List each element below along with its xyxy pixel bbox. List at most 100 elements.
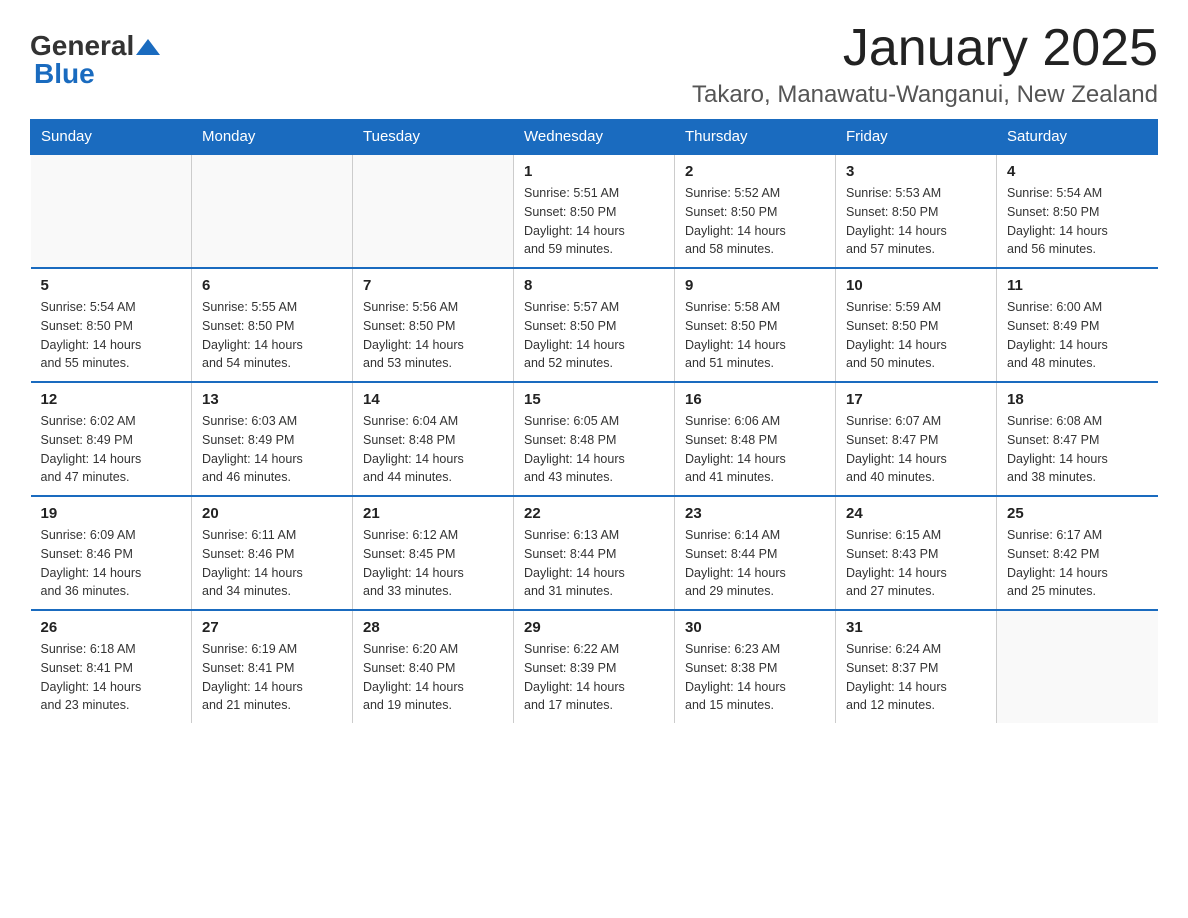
- day-info: Sunrise: 5:53 AM Sunset: 8:50 PM Dayligh…: [846, 184, 986, 259]
- day-number: 17: [846, 391, 986, 408]
- day-info: Sunrise: 5:57 AM Sunset: 8:50 PM Dayligh…: [524, 298, 664, 373]
- day-number: 14: [363, 391, 503, 408]
- calendar-cell: [997, 610, 1158, 723]
- day-number: 9: [685, 277, 825, 294]
- calendar-body: 1 Sunrise: 5:51 AM Sunset: 8:50 PM Daylig…: [31, 154, 1158, 723]
- day-number: 8: [524, 277, 664, 294]
- weekday-thursday: Thursday: [675, 120, 836, 155]
- day-number: 26: [41, 619, 182, 636]
- day-info: Sunrise: 6:12 AM Sunset: 8:45 PM Dayligh…: [363, 526, 503, 601]
- day-number: 16: [685, 391, 825, 408]
- day-number: 18: [1007, 391, 1148, 408]
- day-info: Sunrise: 6:11 AM Sunset: 8:46 PM Dayligh…: [202, 526, 342, 601]
- week-row-4: 19Sunrise: 6:09 AM Sunset: 8:46 PM Dayli…: [31, 496, 1158, 610]
- calendar-cell: 28 Sunrise: 6:20 AM Sunset: 8:40 PM Dayli…: [353, 610, 514, 723]
- day-info: Sunrise: 6:00 AM Sunset: 8:49 PM Dayligh…: [1007, 298, 1148, 373]
- calendar-cell: 30 Sunrise: 6:23 AM Sunset: 8:38 PM Dayli…: [675, 610, 836, 723]
- week-row-5: 26 Sunrise: 6:18 AM Sunset: 8:41 PM Dayli…: [31, 610, 1158, 723]
- day-number: 27: [202, 619, 342, 636]
- day-info: Sunrise: 6:15 AM Sunset: 8:43 PM Dayligh…: [846, 526, 986, 601]
- day-info: Sunrise: 5:58 AM Sunset: 8:50 PM Dayligh…: [685, 298, 825, 373]
- calendar-cell: 2 Sunrise: 5:52 AM Sunset: 8:50 PM Daylig…: [675, 154, 836, 268]
- day-number: 6: [202, 277, 342, 294]
- day-info: Sunrise: 5:54 AM Sunset: 8:50 PM Dayligh…: [1007, 184, 1148, 259]
- calendar-cell: 5Sunrise: 5:54 AM Sunset: 8:50 PM Daylig…: [31, 268, 192, 382]
- day-info: Sunrise: 6:18 AM Sunset: 8:41 PM Dayligh…: [41, 640, 182, 715]
- day-number: 11: [1007, 277, 1148, 294]
- day-info: Sunrise: 6:20 AM Sunset: 8:40 PM Dayligh…: [363, 640, 503, 715]
- logo: General Blue: [30, 30, 160, 90]
- day-number: 4: [1007, 163, 1148, 180]
- day-info: Sunrise: 5:51 AM Sunset: 8:50 PM Dayligh…: [524, 184, 664, 259]
- day-number: 21: [363, 505, 503, 522]
- logo-triangle-up: [136, 39, 160, 55]
- calendar-cell: 25Sunrise: 6:17 AM Sunset: 8:42 PM Dayli…: [997, 496, 1158, 610]
- weekday-sunday: Sunday: [31, 120, 192, 155]
- calendar-cell: 17 Sunrise: 6:07 AM Sunset: 8:47 PM Dayli…: [836, 382, 997, 496]
- day-info: Sunrise: 6:06 AM Sunset: 8:48 PM Dayligh…: [685, 412, 825, 487]
- weekday-saturday: Saturday: [997, 120, 1158, 155]
- day-number: 25: [1007, 505, 1148, 522]
- day-info: Sunrise: 6:23 AM Sunset: 8:38 PM Dayligh…: [685, 640, 825, 715]
- calendar-cell: [192, 154, 353, 268]
- calendar-cell: 19Sunrise: 6:09 AM Sunset: 8:46 PM Dayli…: [31, 496, 192, 610]
- calendar-cell: 31Sunrise: 6:24 AM Sunset: 8:37 PM Dayli…: [836, 610, 997, 723]
- month-title: January 2025: [692, 20, 1158, 77]
- calendar-table: SundayMondayTuesdayWednesdayThursdayFrid…: [30, 119, 1158, 723]
- calendar-cell: [31, 154, 192, 268]
- day-number: 1: [524, 163, 664, 180]
- calendar-cell: 22Sunrise: 6:13 AM Sunset: 8:44 PM Dayli…: [514, 496, 675, 610]
- weekday-wednesday: Wednesday: [514, 120, 675, 155]
- calendar-cell: 23Sunrise: 6:14 AM Sunset: 8:44 PM Dayli…: [675, 496, 836, 610]
- calendar-cell: 15Sunrise: 6:05 AM Sunset: 8:48 PM Dayli…: [514, 382, 675, 496]
- location-title: Takaro, Manawatu-Wanganui, New Zealand: [692, 81, 1158, 109]
- calendar-cell: 27 Sunrise: 6:19 AM Sunset: 8:41 PM Dayli…: [192, 610, 353, 723]
- calendar-cell: 12 Sunrise: 6:02 AM Sunset: 8:49 PM Dayli…: [31, 382, 192, 496]
- day-info: Sunrise: 6:08 AM Sunset: 8:47 PM Dayligh…: [1007, 412, 1148, 487]
- week-row-3: 12 Sunrise: 6:02 AM Sunset: 8:49 PM Dayli…: [31, 382, 1158, 496]
- weekday-friday: Friday: [836, 120, 997, 155]
- calendar-cell: 21 Sunrise: 6:12 AM Sunset: 8:45 PM Dayli…: [353, 496, 514, 610]
- day-info: Sunrise: 5:59 AM Sunset: 8:50 PM Dayligh…: [846, 298, 986, 373]
- weekday-tuesday: Tuesday: [353, 120, 514, 155]
- week-row-1: 1 Sunrise: 5:51 AM Sunset: 8:50 PM Daylig…: [31, 154, 1158, 268]
- calendar-cell: 4 Sunrise: 5:54 AM Sunset: 8:50 PM Daylig…: [997, 154, 1158, 268]
- day-info: Sunrise: 6:19 AM Sunset: 8:41 PM Dayligh…: [202, 640, 342, 715]
- day-number: 13: [202, 391, 342, 408]
- day-info: Sunrise: 6:05 AM Sunset: 8:48 PM Dayligh…: [524, 412, 664, 487]
- calendar-cell: 7 Sunrise: 5:56 AM Sunset: 8:50 PM Daylig…: [353, 268, 514, 382]
- day-info: Sunrise: 6:02 AM Sunset: 8:49 PM Dayligh…: [41, 412, 182, 487]
- day-info: Sunrise: 6:07 AM Sunset: 8:47 PM Dayligh…: [846, 412, 986, 487]
- day-number: 30: [685, 619, 825, 636]
- calendar-cell: 9 Sunrise: 5:58 AM Sunset: 8:50 PM Daylig…: [675, 268, 836, 382]
- calendar-cell: [353, 154, 514, 268]
- day-info: Sunrise: 5:52 AM Sunset: 8:50 PM Dayligh…: [685, 184, 825, 259]
- calendar-cell: 8 Sunrise: 5:57 AM Sunset: 8:50 PM Daylig…: [514, 268, 675, 382]
- calendar-cell: 18 Sunrise: 6:08 AM Sunset: 8:47 PM Dayli…: [997, 382, 1158, 496]
- calendar-cell: 10Sunrise: 5:59 AM Sunset: 8:50 PM Dayli…: [836, 268, 997, 382]
- day-number: 28: [363, 619, 503, 636]
- calendar-cell: 16 Sunrise: 6:06 AM Sunset: 8:48 PM Dayli…: [675, 382, 836, 496]
- calendar-header: SundayMondayTuesdayWednesdayThursdayFrid…: [31, 120, 1158, 155]
- day-info: Sunrise: 5:55 AM Sunset: 8:50 PM Dayligh…: [202, 298, 342, 373]
- logo-blue: Blue: [34, 58, 95, 90]
- day-number: 12: [41, 391, 182, 408]
- day-info: Sunrise: 6:04 AM Sunset: 8:48 PM Dayligh…: [363, 412, 503, 487]
- week-row-2: 5Sunrise: 5:54 AM Sunset: 8:50 PM Daylig…: [31, 268, 1158, 382]
- day-info: Sunrise: 6:03 AM Sunset: 8:49 PM Dayligh…: [202, 412, 342, 487]
- calendar-cell: 14 Sunrise: 6:04 AM Sunset: 8:48 PM Dayli…: [353, 382, 514, 496]
- calendar-cell: 26 Sunrise: 6:18 AM Sunset: 8:41 PM Dayli…: [31, 610, 192, 723]
- day-number: 31: [846, 619, 986, 636]
- day-info: Sunrise: 6:09 AM Sunset: 8:46 PM Dayligh…: [41, 526, 182, 601]
- day-info: Sunrise: 6:13 AM Sunset: 8:44 PM Dayligh…: [524, 526, 664, 601]
- calendar-cell: 13 Sunrise: 6:03 AM Sunset: 8:49 PM Dayli…: [192, 382, 353, 496]
- calendar-cell: 20Sunrise: 6:11 AM Sunset: 8:46 PM Dayli…: [192, 496, 353, 610]
- day-number: 23: [685, 505, 825, 522]
- day-number: 2: [685, 163, 825, 180]
- calendar-cell: 24Sunrise: 6:15 AM Sunset: 8:43 PM Dayli…: [836, 496, 997, 610]
- day-info: Sunrise: 5:56 AM Sunset: 8:50 PM Dayligh…: [363, 298, 503, 373]
- calendar-cell: 6 Sunrise: 5:55 AM Sunset: 8:50 PM Daylig…: [192, 268, 353, 382]
- day-number: 7: [363, 277, 503, 294]
- day-info: Sunrise: 6:22 AM Sunset: 8:39 PM Dayligh…: [524, 640, 664, 715]
- calendar-cell: 29Sunrise: 6:22 AM Sunset: 8:39 PM Dayli…: [514, 610, 675, 723]
